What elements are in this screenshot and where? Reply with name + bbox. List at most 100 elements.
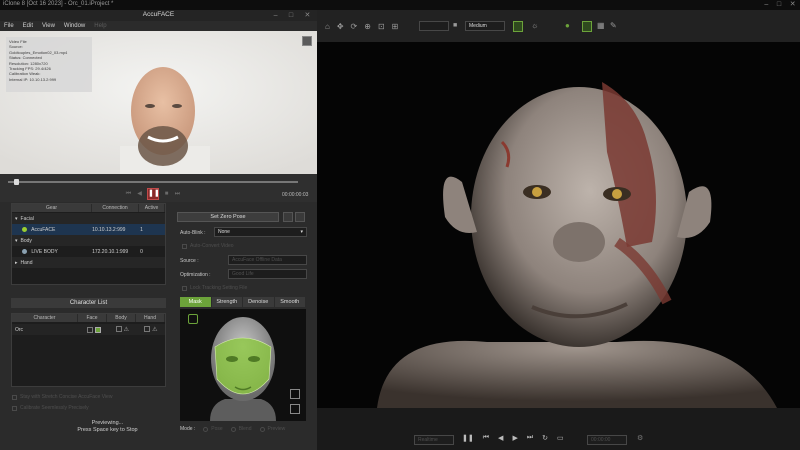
move-icon[interactable]: ✥ (337, 22, 344, 31)
settings-icon[interactable]: ⚙ (637, 434, 643, 442)
radio-icon[interactable] (259, 426, 265, 432)
stay-with-option[interactable]: Stay with Stretch Concise AccuFace View (12, 394, 112, 400)
pose-reset-button[interactable] (283, 212, 293, 222)
radio-icon[interactable] (230, 426, 236, 432)
pause-icon[interactable]: ❚❚ (462, 434, 474, 442)
tab-denoise[interactable]: Denoise (243, 297, 275, 307)
chevron-down-icon: ▾ (300, 229, 303, 235)
step-forward-icon[interactable]: ▶ (512, 434, 517, 442)
window-controls: – □ ✕ (760, 0, 800, 10)
accuface-minimize-button[interactable]: – (274, 11, 278, 21)
character-list-header[interactable]: Character List (11, 298, 166, 308)
hand-link-icon[interactable] (144, 326, 151, 332)
device-row-accuface[interactable]: AccuFACE 10.10.13.2:999 1 (12, 224, 165, 235)
tab-smooth[interactable]: Smooth (274, 297, 306, 307)
tab-strength[interactable]: Strength (211, 297, 243, 307)
source-label: Source : (180, 258, 199, 264)
pose-options-button[interactable] (295, 212, 305, 222)
device-group-facial[interactable]: ▾ Facial (12, 213, 165, 224)
lock-label: Lock Tracking Setting File (190, 285, 248, 291)
mode-option-preview[interactable]: Preview (259, 426, 285, 432)
home-icon[interactable]: ⌂ (325, 22, 330, 31)
accuface-menubar: File Edit View Window Help (0, 21, 317, 31)
light-icon[interactable]: ☼ (531, 21, 538, 30)
auto-blink-dropdown[interactable]: None ▾ (214, 227, 307, 237)
lock-tracking-option[interactable]: Lock Tracking Setting File (182, 285, 247, 291)
sequence-icon[interactable]: ▦ (597, 21, 605, 30)
mode-option-blend[interactable]: Blend (230, 426, 252, 432)
mode-option-pose[interactable]: Pose (203, 426, 223, 432)
zoom-icon[interactable]: ⊕ (364, 22, 371, 31)
column-header[interactable]: Gear (12, 204, 92, 212)
select-icon[interactable] (582, 21, 592, 32)
step-back-icon[interactable]: ◀ (498, 434, 503, 442)
device-group-hand[interactable]: ▸ Hand (12, 257, 165, 268)
calibrate-option[interactable]: Calibrate Seemlessly Precisely (12, 405, 89, 411)
fit-icon[interactable]: ⊡ (378, 22, 385, 31)
step-back-icon[interactable]: ◀ (136, 191, 143, 198)
close-button[interactable]: ✕ (790, 0, 796, 10)
quality-dropdown[interactable]: Medium (465, 21, 505, 31)
character-row-orc[interactable]: Orc ⚠ ⚠ (12, 324, 165, 335)
frame-counter-field[interactable]: 00:00:00 (587, 435, 627, 445)
menu-file[interactable]: File (4, 23, 14, 29)
menu-help[interactable]: Help (94, 23, 106, 29)
source-dropdown[interactable]: AccuFace Offline Data (228, 255, 307, 265)
progress-track[interactable] (8, 181, 298, 183)
playback-mode-dropdown[interactable]: Realtime (414, 435, 454, 445)
checkbox[interactable] (12, 394, 17, 400)
face-link-icon[interactable] (86, 326, 93, 333)
column-header[interactable]: Face (78, 314, 107, 322)
set-zero-pose-button[interactable]: Set Zero Pose (177, 212, 279, 222)
checkbox[interactable] (182, 285, 187, 291)
auto-convert-option[interactable]: Auto-Convert Video (182, 243, 234, 249)
camera-icon[interactable]: ■ (453, 22, 457, 29)
mask-select-icon[interactable] (290, 389, 300, 399)
tab-mask[interactable]: Mask (180, 297, 212, 307)
pen-icon[interactable]: ✎ (610, 21, 617, 30)
face-active-icon[interactable] (94, 326, 101, 333)
column-header[interactable]: Hand (136, 314, 165, 322)
minimize-button[interactable]: – (764, 0, 768, 10)
menu-view[interactable]: View (42, 23, 55, 29)
to-end-icon[interactable]: ⏭ (174, 191, 181, 198)
device-active: 1 (140, 226, 143, 233)
highlight-icon[interactable] (513, 21, 523, 32)
camera-icon[interactable]: ▭ (557, 434, 564, 442)
menu-window[interactable]: Window (64, 23, 85, 29)
progress-knob[interactable] (13, 179, 19, 185)
accuface-maximize-button[interactable]: □ (289, 11, 293, 21)
column-header[interactable]: Active (139, 204, 165, 212)
column-header[interactable]: Connection (92, 204, 139, 212)
rotate-icon[interactable]: ⟳ (351, 22, 358, 31)
device-table-header: Gear Connection Active (12, 204, 165, 212)
checkbox[interactable] (12, 405, 17, 411)
loop-icon[interactable]: ↻ (542, 434, 548, 442)
face-mask-editor[interactable] (180, 309, 306, 421)
device-row-live-body[interactable]: LIVE BODY 172.20.10.1:999 0 (12, 246, 165, 257)
menu-edit[interactable]: Edit (23, 23, 33, 29)
column-header[interactable]: Body (107, 314, 136, 322)
to-end-icon[interactable]: ⏭ (527, 434, 533, 442)
trash-icon[interactable] (290, 404, 300, 414)
to-start-icon[interactable]: ⏮ (125, 191, 132, 198)
radio-icon[interactable] (203, 426, 209, 432)
stop-icon[interactable]: ■ (163, 191, 170, 198)
frame-mode-dropdown[interactable] (419, 21, 449, 31)
device-group-body[interactable]: ▾ Body (12, 235, 165, 246)
checkbox[interactable] (182, 243, 187, 249)
pause-button[interactable]: ❚❚ (147, 188, 160, 200)
mask-brush-icon[interactable] (188, 314, 198, 324)
snapshot-button[interactable] (302, 36, 312, 46)
record-icon[interactable]: ● (565, 21, 570, 30)
optimization-dropdown[interactable]: Good Life (228, 269, 307, 279)
status-dot-icon (22, 226, 27, 232)
column-header[interactable]: Character (12, 314, 78, 322)
grid-icon[interactable]: ⊞ (392, 22, 399, 31)
body-link-icon[interactable] (115, 326, 122, 332)
maximize-button[interactable]: □ (777, 0, 781, 10)
to-start-icon[interactable]: ⏮ (483, 434, 489, 442)
3d-viewport[interactable] (317, 42, 800, 408)
accuface-close-button[interactable]: ✕ (304, 11, 310, 21)
auto-blink-value: None (218, 229, 230, 235)
